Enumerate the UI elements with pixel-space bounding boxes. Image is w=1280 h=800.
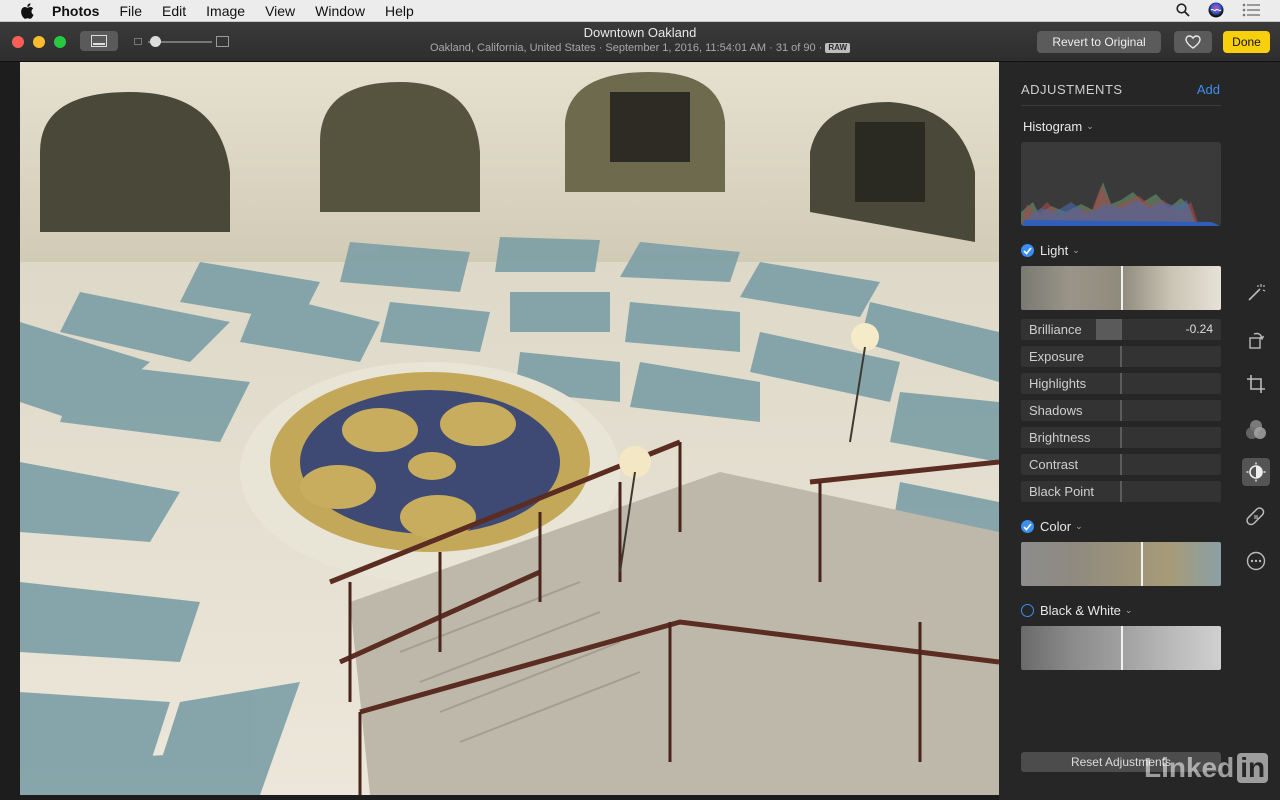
color-section-label: Color (1040, 519, 1072, 534)
color-section-toggle[interactable]: Color ⌄ (1021, 519, 1083, 534)
exposure-label: Exposure (1029, 349, 1084, 364)
shadows-slider[interactable]: Shadows (1021, 400, 1221, 421)
black-white-section-toggle[interactable]: Black & White ⌄ (1021, 603, 1132, 618)
retouch-icon[interactable] (1242, 503, 1270, 531)
photo-canvas[interactable] (20, 62, 999, 795)
color-enabled-checkbox[interactable] (1021, 520, 1034, 533)
done-button[interactable]: Done (1223, 31, 1270, 53)
checkmark-icon (1023, 246, 1032, 255)
apple-logo-icon[interactable] (20, 2, 34, 19)
light-strip-handle[interactable] (1121, 266, 1123, 310)
brightness-slider[interactable]: Brightness (1021, 427, 1221, 448)
brilliance-label: Brilliance (1029, 322, 1082, 337)
zoom-slider[interactable] (134, 34, 230, 50)
large-image-icon (216, 36, 229, 47)
menu-photos[interactable]: Photos (52, 3, 99, 19)
heart-icon (1185, 35, 1201, 49)
menu-view[interactable]: View (265, 3, 295, 19)
black-white-enabled-checkbox[interactable] (1021, 604, 1034, 617)
crop-icon[interactable] (1242, 370, 1270, 398)
linkedin-watermark: Linked in (1144, 752, 1269, 784)
chevron-down-icon: ⌄ (1072, 245, 1080, 255)
rotate-icon[interactable] (1242, 326, 1270, 354)
shadows-label: Shadows (1029, 403, 1083, 418)
black-point-slider[interactable]: Black Point (1021, 481, 1221, 502)
close-window-button[interactable] (12, 36, 24, 48)
menu-window[interactable]: Window (315, 3, 365, 19)
raw-badge: RAW (825, 43, 851, 53)
photo-metadata: Oakland, California, United States · Sep… (429, 42, 823, 54)
checkmark-icon (1023, 522, 1032, 531)
photo-title: Downtown Oakland (583, 25, 697, 40)
edit-tools-strip (1232, 62, 1280, 800)
edit-toolbar: Downtown Oakland Oakland, California, Un… (0, 22, 1280, 62)
divider (1021, 105, 1221, 106)
black-white-strip-handle[interactable] (1121, 626, 1123, 670)
black-white-section-label: Black & White (1040, 603, 1121, 618)
brilliance-value: -0.24 (1185, 322, 1213, 336)
notification-center-icon[interactable] (1242, 3, 1260, 20)
siri-icon[interactable] (1208, 2, 1224, 21)
light-preview-strip[interactable] (1021, 266, 1221, 310)
adjustments-header: ADJUSTMENTS (1021, 82, 1123, 97)
highlights-slider[interactable]: Highlights (1021, 373, 1221, 394)
photo-title-block: Downtown Oakland Oakland, California, Un… (340, 25, 940, 54)
color-preview-strip[interactable] (1021, 542, 1221, 586)
filters-icon[interactable] (1242, 416, 1270, 444)
spotlight-search-icon[interactable] (1176, 2, 1190, 20)
chevron-down-icon: ⌄ (1075, 521, 1083, 531)
brilliance-slider[interactable]: Brilliance -0.24 (1021, 319, 1221, 340)
black-white-preview-strip[interactable] (1021, 626, 1221, 670)
adjustments-panel: ADJUSTMENTS Add Histogram ⌄ Light ⌄ Bril… (999, 62, 1232, 800)
exposure-slider[interactable]: Exposure (1021, 346, 1221, 367)
more-icon[interactable] (1242, 547, 1270, 575)
rotunda-photo (20, 62, 999, 795)
highlights-label: Highlights (1029, 376, 1087, 391)
menu-file[interactable]: File (119, 3, 142, 19)
small-image-icon (134, 38, 142, 45)
zoom-slider-knob[interactable] (150, 36, 161, 47)
menu-bar: Photos File Edit Image View Window Help (0, 0, 1280, 22)
toggle-sidebar-button[interactable] (80, 31, 118, 51)
histogram-label: Histogram (1023, 119, 1083, 134)
menu-edit[interactable]: Edit (162, 3, 186, 19)
minimize-window-button[interactable] (33, 36, 45, 48)
light-enabled-checkbox[interactable] (1021, 244, 1034, 257)
add-adjustment-button[interactable]: Add (1197, 82, 1220, 97)
light-section-toggle[interactable]: Light ⌄ (1021, 243, 1080, 258)
histogram-chart (1021, 142, 1221, 226)
histogram-toggle[interactable]: Histogram ⌄ (1023, 119, 1094, 134)
light-section-label: Light (1040, 243, 1069, 258)
color-strip-handle[interactable] (1141, 542, 1143, 586)
fullscreen-window-button[interactable] (54, 36, 66, 48)
adjust-icon[interactable] (1242, 458, 1270, 486)
favorite-button[interactable] (1174, 31, 1212, 53)
revert-to-original-button[interactable]: Revert to Original (1037, 31, 1161, 53)
contrast-slider[interactable]: Contrast (1021, 454, 1221, 475)
black-point-label: Black Point (1029, 484, 1095, 499)
single-view-icon (91, 35, 107, 47)
magic-wand-icon[interactable] (1242, 279, 1270, 307)
chevron-down-icon: ⌄ (1086, 121, 1094, 131)
chevron-down-icon: ⌄ (1124, 605, 1133, 615)
menu-image[interactable]: Image (206, 3, 245, 19)
contrast-label: Contrast (1029, 457, 1079, 472)
menu-help[interactable]: Help (385, 3, 414, 19)
brightness-label: Brightness (1029, 430, 1091, 445)
